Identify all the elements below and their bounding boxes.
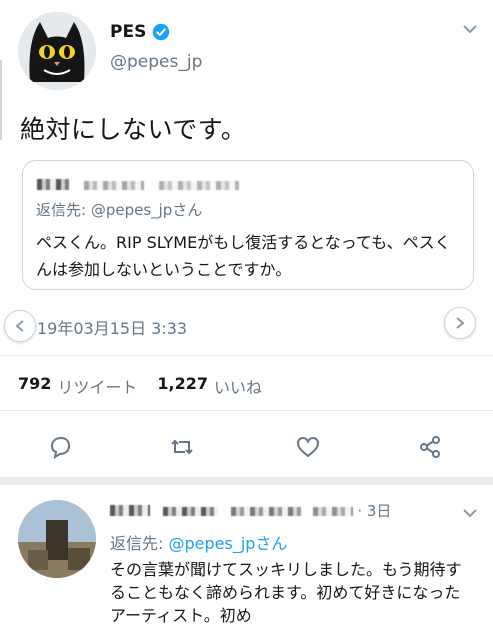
reply-to-link[interactable]: @pepes_jpさん xyxy=(168,534,287,553)
tweet-text: 絶対にしないです。 xyxy=(20,115,247,144)
reply-author-avatar[interactable] xyxy=(18,500,96,578)
retweet-icon[interactable] xyxy=(168,433,196,461)
chevron-left-icon xyxy=(15,320,24,332)
section-separator xyxy=(0,477,493,485)
next-button[interactable] xyxy=(444,307,476,339)
action-bar xyxy=(0,425,493,471)
retweet-count[interactable]: 792 xyxy=(18,374,51,398)
reply-icon[interactable] xyxy=(46,433,74,461)
tweet-stats: 792 リツイート 1,227 いいね xyxy=(18,374,262,398)
reply-to-prefix: 返信先: xyxy=(110,534,169,553)
like-icon[interactable] xyxy=(294,433,322,461)
reply-to-line: 返信先: @pepes_jpさん xyxy=(110,530,287,554)
divider xyxy=(0,410,493,411)
like-label[interactable]: いいね xyxy=(214,374,262,398)
author-handle[interactable]: @pepes_jp xyxy=(110,52,202,72)
previous-button[interactable] xyxy=(4,310,36,342)
tweet-timestamp[interactable]: 19年03月15日 3:33 xyxy=(37,315,187,339)
author-name-row: PES xyxy=(110,22,170,42)
retweet-label[interactable]: リツイート xyxy=(57,374,137,398)
reply-text: その言葉が聞けてスッキリしました。もう期待することもなく諦められます。初めて好き… xyxy=(110,560,462,625)
quoted-tweet-text: ペスくん。RIP SLYMEがもし復活するとなっても、ペスくんは参加しないという… xyxy=(36,233,451,279)
blurred-author-name xyxy=(37,175,240,194)
chevron-down-icon[interactable] xyxy=(462,24,478,34)
author-avatar[interactable] xyxy=(18,12,96,90)
author-name[interactable]: PES xyxy=(110,22,146,42)
reply-header: · 3日 xyxy=(110,500,391,521)
verified-icon xyxy=(153,23,170,41)
cat-avatar-image xyxy=(18,12,96,90)
divider xyxy=(0,355,493,356)
chevron-down-icon[interactable] xyxy=(462,508,478,518)
blurred-reply-author xyxy=(110,502,354,520)
quoted-tweet[interactable]: 返信先: @pepes_jpさん ペスくん。RIP SLYMEがもし復活するとな… xyxy=(22,160,474,290)
left-edge-marker xyxy=(0,60,2,140)
like-count[interactable]: 1,227 xyxy=(157,374,208,398)
quoted-reply-to: 返信先: @pepes_jpさん xyxy=(36,201,203,219)
reply-avatar-image xyxy=(18,500,96,578)
share-icon[interactable] xyxy=(416,433,444,461)
reply-age[interactable]: · 3日 xyxy=(357,500,391,521)
chevron-right-icon xyxy=(456,317,465,329)
